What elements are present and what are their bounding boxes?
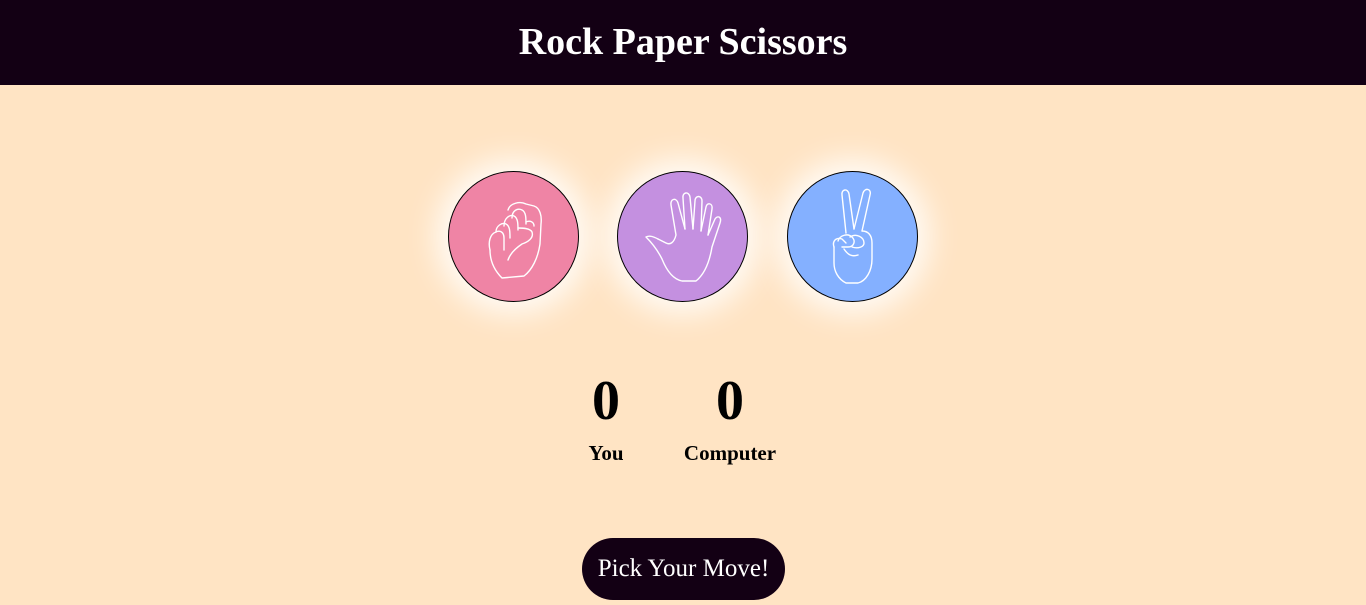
paper-choice-button[interactable] xyxy=(617,171,748,302)
rock-fist-icon xyxy=(488,201,542,279)
move-choices xyxy=(0,171,1366,303)
page-header: Rock Paper Scissors xyxy=(0,0,1366,85)
user-score-label: You xyxy=(588,441,624,465)
paper-hand-icon xyxy=(644,191,721,282)
user-score-value: 0 xyxy=(592,370,620,432)
computer-score: 0 Computer xyxy=(670,370,790,465)
rock-choice-button[interactable] xyxy=(448,171,579,302)
user-score: 0 You xyxy=(566,370,646,465)
computer-score-value: 0 xyxy=(716,370,744,432)
page-title: Rock Paper Scissors xyxy=(518,20,848,63)
scissors-hand-icon xyxy=(832,188,873,284)
scissors-choice-button[interactable] xyxy=(787,171,918,302)
pick-move-button[interactable]: Pick Your Move! xyxy=(582,538,785,600)
computer-score-label: Computer xyxy=(683,441,777,465)
